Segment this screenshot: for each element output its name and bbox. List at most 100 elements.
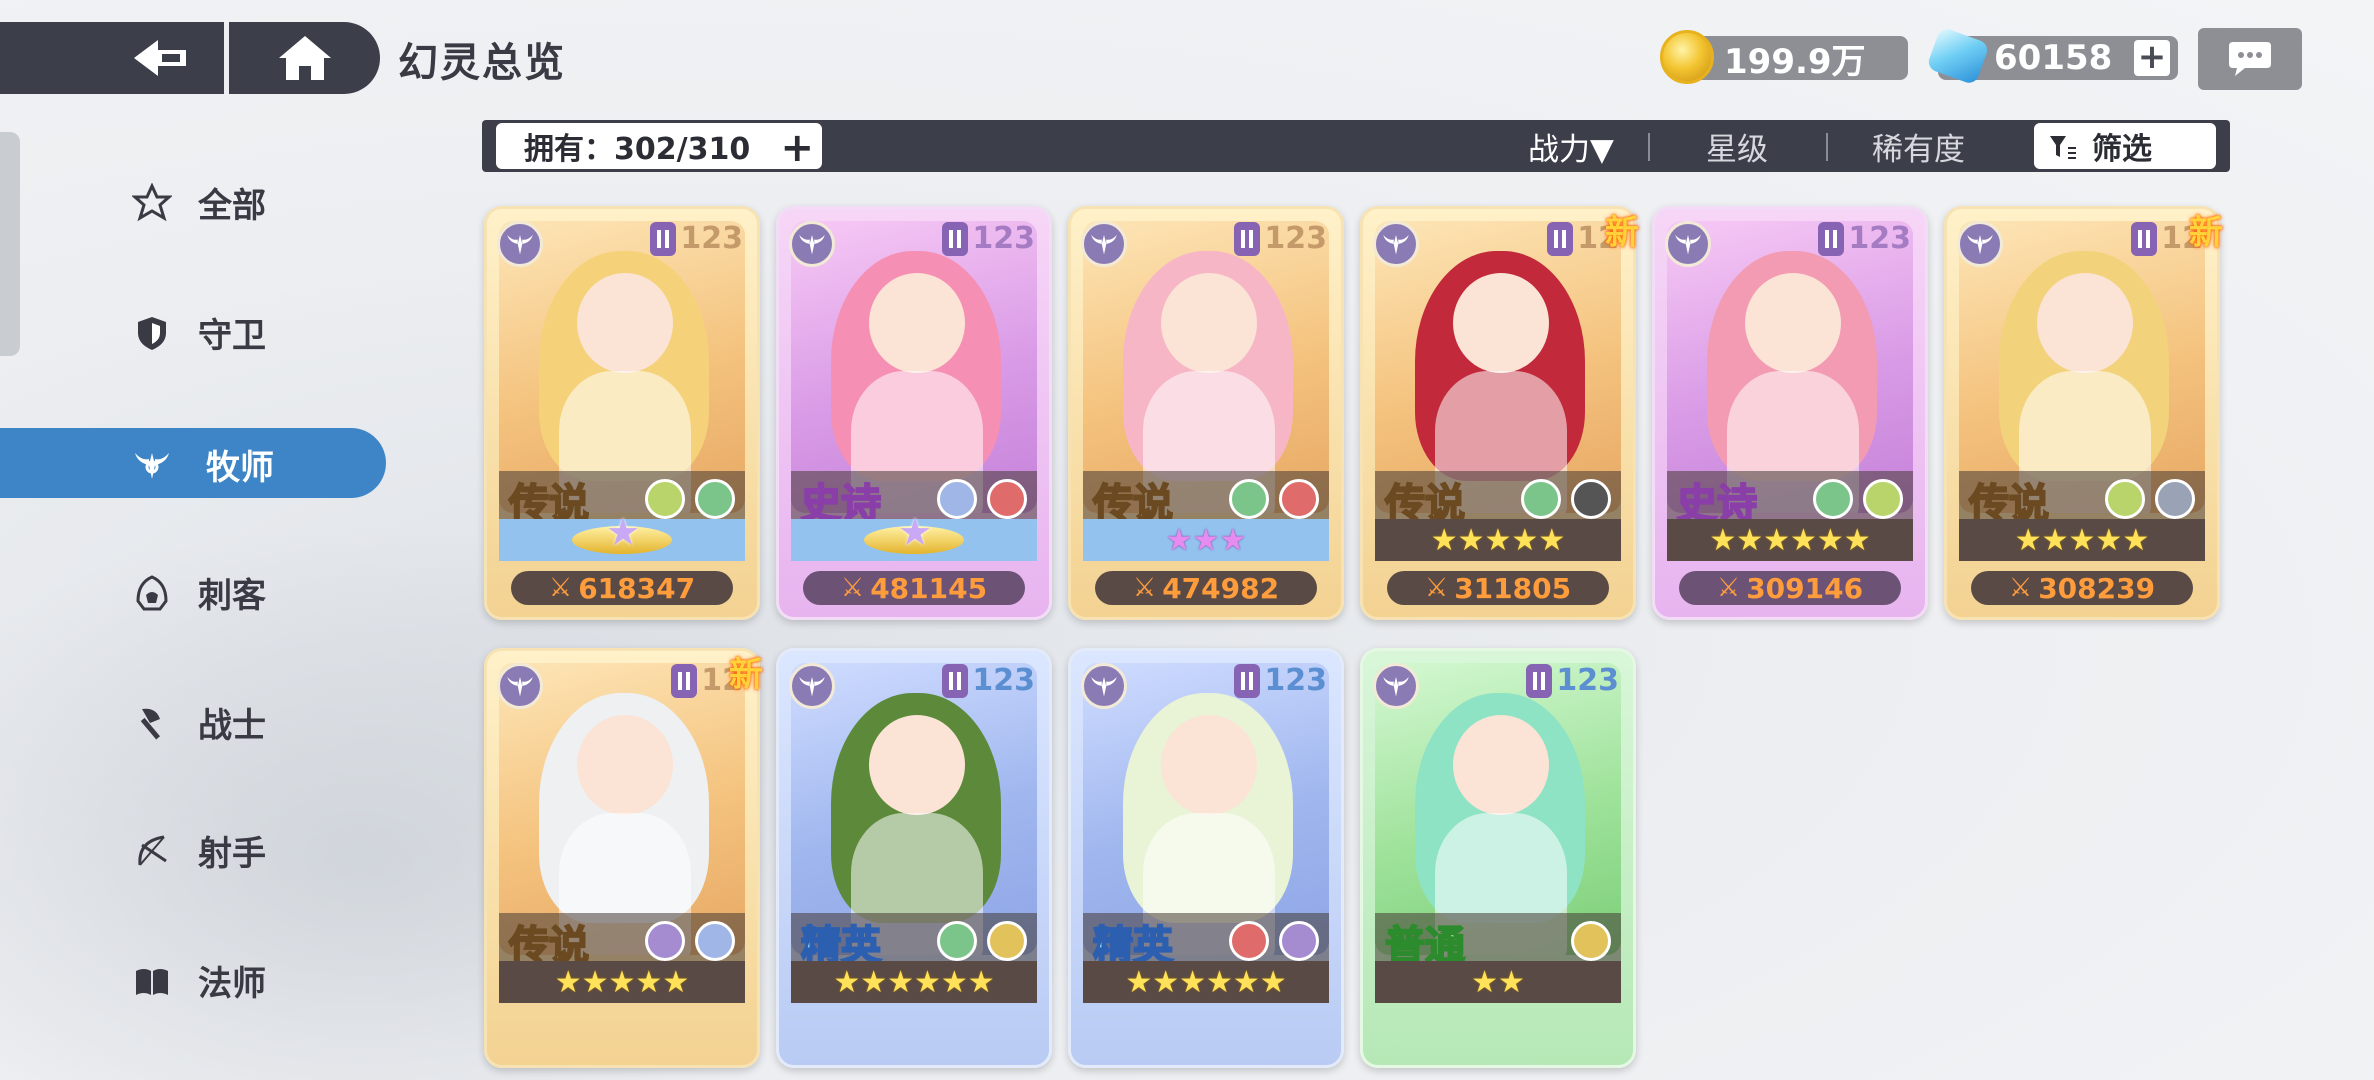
sidebar-item-guardian[interactable]: 守卫 — [0, 296, 386, 366]
level-tier-icon — [1818, 221, 1845, 256]
level-badge: 123 — [942, 663, 1035, 698]
hero-face — [869, 273, 965, 373]
hero-card[interactable]: 123 精英 ★★★★★★ — [1068, 648, 1344, 1068]
hero-face — [577, 273, 673, 373]
power-bar: ⚔ 308239 — [1971, 571, 2193, 605]
hero-portrait — [1083, 221, 1329, 513]
hero-card[interactable]: 123 精英 ★★★★★★ — [776, 648, 1052, 1068]
book-icon — [136, 969, 168, 995]
hero-card[interactable]: 123传说⚔618347 — [484, 206, 760, 620]
new-tag: 新 — [2189, 213, 2223, 253]
crossed-swords-icon: ⚔ — [1716, 573, 1741, 603]
level-badge: 123 — [1818, 221, 1911, 256]
element-icon — [1863, 479, 1903, 519]
power-value: 309146 — [1746, 571, 1864, 605]
hero-card[interactable]: 12 新传说 ★★★★★ — [484, 648, 763, 1068]
hero-card[interactable]: 123 传说 ★★★ ⚔ 474982 — [1068, 206, 1344, 620]
back-button[interactable] — [100, 22, 220, 94]
star-rating: ★★ — [1471, 964, 1525, 1000]
back-arrow-icon — [134, 40, 186, 76]
hero-level: 123 — [972, 663, 1035, 698]
page-title: 幻灵总览 — [398, 40, 566, 86]
hero-level: 123 — [680, 221, 743, 256]
hero-card[interactable]: 123 史诗 ★★★★★★ ⚔ 309146 — [1652, 206, 1928, 620]
power-bar: ⚔ 311805 — [1387, 571, 1609, 605]
hero-portrait — [1083, 663, 1329, 955]
sort-rarity-tab[interactable]: 稀有度 — [1872, 124, 1965, 169]
sidebar-item-label: 全部 — [198, 186, 266, 226]
filter-button[interactable]: 筛选 — [2034, 123, 2216, 169]
hero-face — [1161, 273, 1257, 373]
hero-card[interactable]: 12 新传说 ★★★★★ ⚔ 311805 — [1360, 206, 1639, 620]
sort-star-tab[interactable]: 星级 — [1706, 124, 1768, 169]
level-tier-icon — [1547, 221, 1574, 256]
hero-portrait — [499, 663, 745, 955]
hero-portrait — [1375, 221, 1621, 513]
element-icon — [987, 479, 1027, 519]
nav-separator — [224, 22, 229, 94]
gold-amount: 199.9万 — [1724, 41, 1866, 82]
element-icon — [1279, 921, 1319, 961]
star-rank-bar: ★★★★★★ — [1667, 519, 1913, 561]
sort-power-tab[interactable]: 战力▼ — [1528, 124, 1614, 169]
crossed-swords-icon: ⚔ — [1132, 573, 1157, 603]
sidebar-item-warrior[interactable]: 战士 — [0, 686, 386, 756]
hero-card[interactable]: 123史诗⚔481145 — [776, 206, 1052, 620]
hero-level: 123 — [1264, 663, 1327, 698]
sort-divider — [1826, 133, 1828, 161]
class-badge-icon — [497, 663, 543, 709]
star-rank-bar: ★★★★★ — [499, 961, 745, 1003]
element-icon — [1571, 921, 1611, 961]
sidebar-item-label: 牧师 — [206, 448, 274, 488]
gem-amount: 60158 — [1994, 38, 2113, 78]
star-rating: ★★★★★★ — [1709, 522, 1871, 558]
sidebar-item-archer[interactable]: 射手 — [0, 814, 386, 884]
priest-wings-icon — [135, 453, 169, 479]
hero-portrait — [1375, 663, 1621, 955]
element-icon — [2105, 479, 2145, 519]
level-badge: 123 — [1234, 221, 1327, 256]
hero-card[interactable]: 12 新传说 ★★★★★ ⚔ 308239 — [1944, 206, 2223, 620]
gem-icon — [1926, 26, 1990, 86]
owned-count-box[interactable]: 拥有：302/310 + — [496, 123, 822, 171]
star-rank-bar: ★★★★★★ — [1083, 961, 1329, 1003]
level-tier-icon — [1234, 663, 1261, 698]
class-badge-icon — [1373, 221, 1419, 267]
element-icon — [695, 479, 735, 519]
chat-button[interactable] — [2198, 28, 2302, 90]
class-badge-icon — [789, 221, 835, 267]
power-value: 474982 — [1162, 571, 1280, 605]
element-icon — [1813, 479, 1853, 519]
sidebar-item-all[interactable]: 全部 — [0, 166, 386, 236]
sidebar-item-assassin[interactable]: 刺客 — [0, 556, 386, 626]
element-icon — [645, 479, 685, 519]
sidebar-item-mage[interactable]: 法师 — [0, 944, 386, 1014]
hero-card[interactable]: 123 普通 ★★ — [1360, 648, 1636, 1068]
hero-level: 123 — [1264, 221, 1327, 256]
sort-divider — [1648, 133, 1650, 161]
element-icon — [937, 479, 977, 519]
star-rating: ★★★ — [1165, 522, 1247, 558]
star-rank-bar: ★★★★★★ — [791, 961, 1037, 1003]
star-rank-bar: ★★★★★ — [1959, 519, 2205, 561]
gem-currency: 60158 + — [1926, 26, 2178, 86]
hero-portrait — [1667, 221, 1913, 513]
home-button[interactable] — [260, 22, 350, 94]
power-value: 481145 — [870, 571, 988, 605]
add-gem-button[interactable]: + — [2134, 40, 2170, 76]
level-tier-icon — [2131, 221, 2158, 256]
element-icon — [937, 921, 977, 961]
level-tier-icon — [942, 221, 969, 256]
hero-level: 123 — [972, 221, 1035, 256]
level-tier-icon — [650, 221, 677, 256]
star-crown-icon — [572, 510, 672, 554]
hero-face — [1745, 273, 1841, 373]
power-bar: ⚔ 618347 — [511, 571, 733, 605]
hero-face — [2037, 273, 2133, 373]
power-bar: ⚔ 474982 — [1095, 571, 1317, 605]
sidebar-item-label: 战士 — [198, 706, 266, 746]
hexagram-icon — [132, 183, 172, 222]
sidebar-item-priest[interactable]: 牧师 — [0, 428, 386, 498]
class-badge-icon — [1081, 663, 1127, 709]
element-icon — [1279, 479, 1319, 519]
